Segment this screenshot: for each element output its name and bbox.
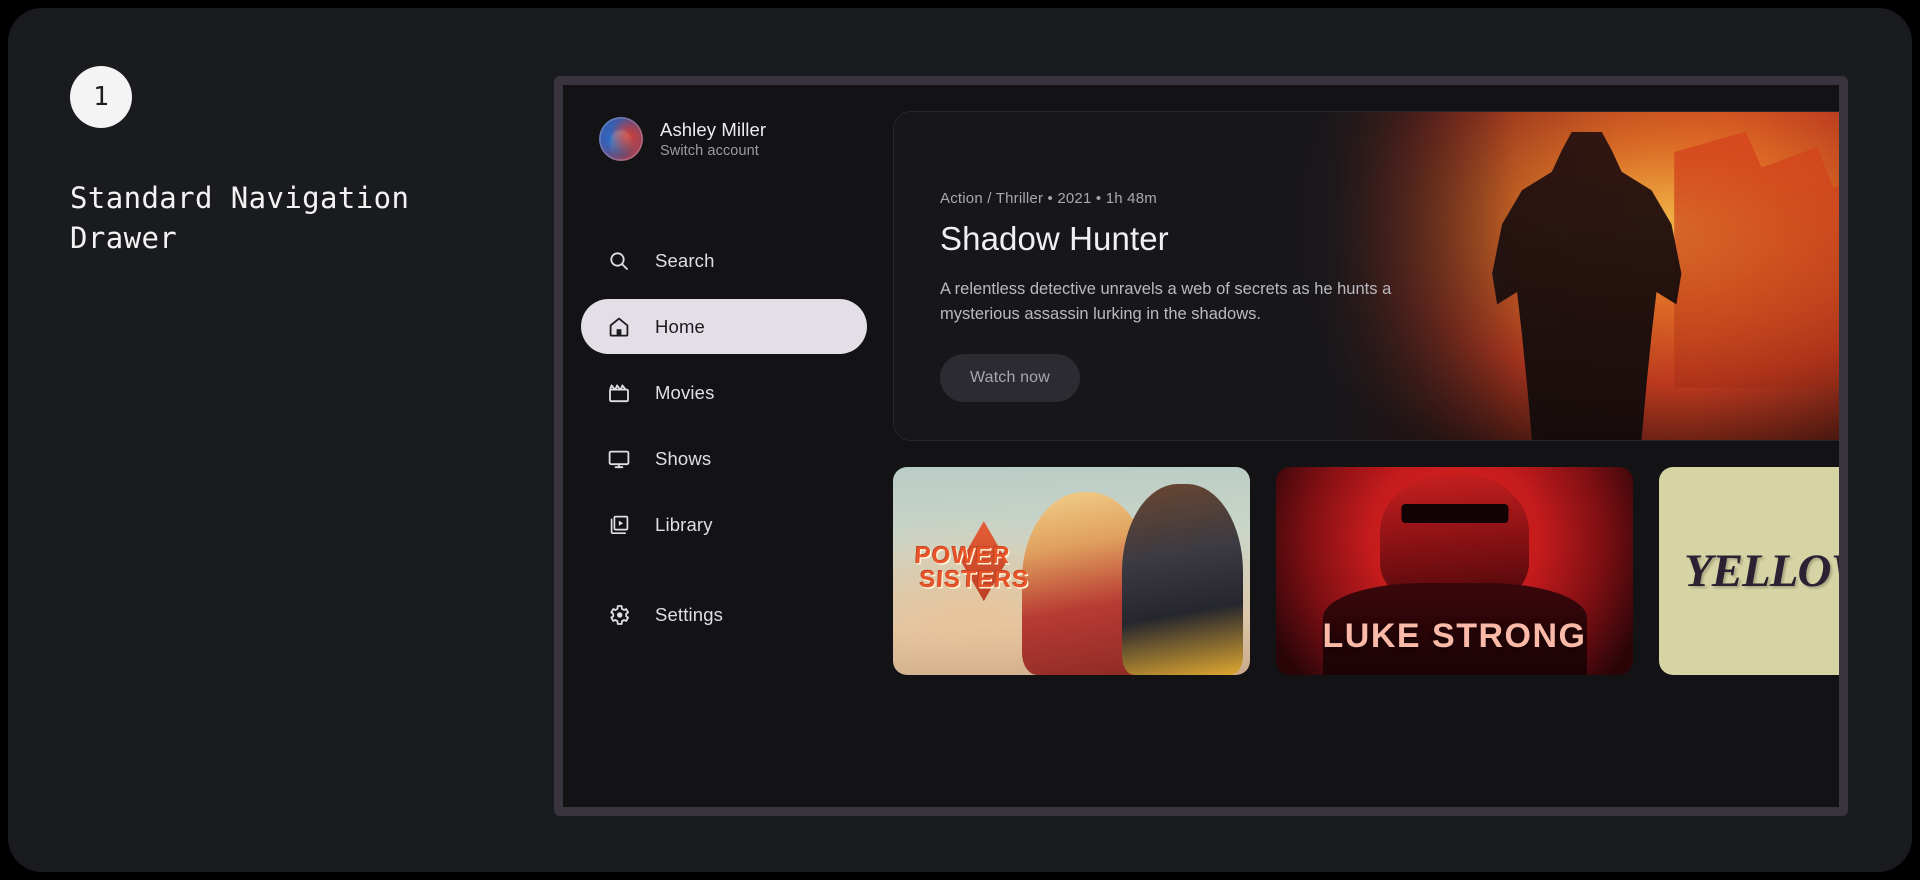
sidebar-item-label: Shows bbox=[655, 447, 712, 469]
hero-title: Shadow Hunter bbox=[940, 220, 1169, 257]
monitor-icon bbox=[607, 447, 631, 471]
navigation-drawer: Ashley Miller Switch account Search Home… bbox=[563, 85, 893, 807]
sidebar-item-shows[interactable]: Shows bbox=[581, 431, 867, 486]
home-icon bbox=[607, 315, 631, 339]
video-library-icon bbox=[607, 513, 631, 537]
hero-meta: Action / Thriller • 2021 • 1h 48m bbox=[940, 190, 1157, 207]
sidebar-item-movies[interactable]: Movies bbox=[581, 365, 867, 420]
movie-card-power-sisters[interactable]: POWER SISTERS bbox=[893, 467, 1250, 675]
movie-card-luke-strong[interactable]: LUKE STRONG bbox=[1276, 467, 1633, 675]
main-content: Action / Thriller • 2021 • 1h 48m Shadow… bbox=[893, 85, 1839, 807]
movie-card-title: LUKE STRONG bbox=[1322, 617, 1587, 656]
sidebar-item-label: Home bbox=[655, 315, 705, 337]
device-frame: Ashley Miller Switch account Search Home… bbox=[554, 76, 1848, 816]
movie-card-title: YELLOW bbox=[1683, 545, 1839, 597]
clapperboard-icon bbox=[607, 381, 631, 405]
movie-card-title-line2: SISTERS bbox=[919, 565, 1031, 593]
annotation: 1 Standard Navigation Drawer bbox=[70, 66, 540, 258]
hero-card[interactable]: Action / Thriller • 2021 • 1h 48m Shadow… bbox=[893, 111, 1839, 441]
movie-card-title-line1: POWER bbox=[914, 541, 1012, 569]
page-canvas: 1 Standard Navigation Drawer Ashley Mill… bbox=[8, 8, 1912, 872]
power-sisters-figure-b bbox=[1121, 483, 1243, 675]
annotation-title: Standard Navigation Drawer bbox=[70, 181, 410, 256]
device-screen: Ashley Miller Switch account Search Home… bbox=[563, 85, 1839, 807]
account-text: Ashley Miller Switch account bbox=[660, 119, 766, 159]
movie-card-row: POWER SISTERS LUKE STRONG YELLOW bbox=[893, 467, 1839, 675]
sidebar-item-label: Search bbox=[655, 249, 715, 271]
sidebar-item-label: Settings bbox=[655, 603, 724, 625]
step-number-badge: 1 bbox=[70, 66, 132, 128]
avatar[interactable] bbox=[599, 117, 643, 161]
movie-card-title: POWER SISTERS bbox=[913, 541, 1031, 593]
sidebar-item-search[interactable]: Search bbox=[581, 233, 867, 288]
search-icon bbox=[607, 249, 631, 273]
sidebar-item-library[interactable]: Library bbox=[581, 497, 867, 552]
sunglasses-icon bbox=[1400, 504, 1509, 524]
hero-copy: Action / Thriller • 2021 • 1h 48m Shadow… bbox=[894, 112, 1414, 403]
account-name: Ashley Miller bbox=[660, 119, 767, 140]
gear-icon bbox=[607, 603, 631, 627]
watch-now-button[interactable]: Watch now bbox=[940, 354, 1080, 403]
sidebar-item-label: Movies bbox=[655, 381, 715, 403]
sidebar-item-label: Library bbox=[655, 513, 713, 535]
nav-list: Search Home Movies Shows Library Setting… bbox=[563, 233, 893, 672]
switch-account-link[interactable]: Switch account bbox=[660, 143, 766, 159]
sidebar-item-home[interactable]: Home bbox=[581, 299, 867, 354]
movie-card-yellow[interactable]: YELLOW bbox=[1659, 467, 1839, 675]
hero-description: A relentless detective unravels a web of… bbox=[940, 280, 1392, 324]
sidebar-item-settings[interactable]: Settings bbox=[581, 587, 867, 642]
account-header[interactable]: Ashley Miller Switch account bbox=[563, 117, 893, 161]
